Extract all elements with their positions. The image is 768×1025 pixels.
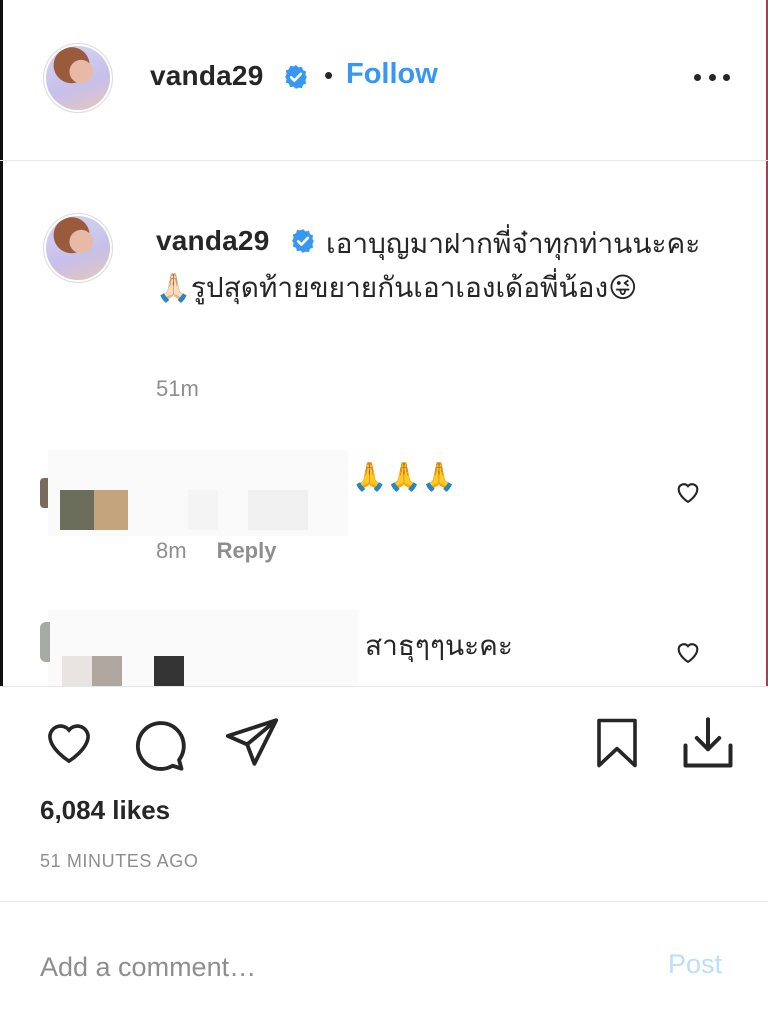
comment-meta: 8m Reply — [156, 538, 276, 564]
commenter-avatar[interactable] — [40, 622, 50, 662]
redacted-commenter — [48, 610, 358, 690]
share-icon[interactable] — [222, 713, 282, 771]
heart-icon[interactable] — [673, 478, 703, 506]
comment-time: 8m — [156, 538, 187, 563]
post-actions: 6,084 likes 51 MINUTES AGO Post — [0, 686, 768, 1025]
comment-text: สาธุๆๆนะคะ — [365, 630, 513, 661]
like-heart-icon[interactable] — [40, 715, 98, 769]
download-icon[interactable] — [678, 713, 738, 773]
verified-badge-icon — [292, 229, 314, 253]
comment-icon[interactable] — [130, 715, 188, 773]
comment-text: 🙏🙏🙏 — [352, 461, 457, 492]
more-options-icon[interactable] — [690, 62, 734, 92]
header-username[interactable]: vanda29 — [150, 60, 263, 92]
commenter-avatar[interactable] — [40, 478, 48, 508]
reply-button[interactable]: Reply — [217, 538, 277, 563]
heart-icon[interactable] — [673, 638, 703, 666]
profile-avatar[interactable] — [46, 46, 110, 110]
post-time-ago: 51 MINUTES AGO — [40, 851, 199, 871]
verified-badge-icon — [285, 65, 307, 89]
caption-username[interactable]: vanda29 — [156, 225, 269, 257]
likes-count[interactable]: 6,084 likes — [40, 795, 170, 826]
follow-button[interactable]: Follow — [346, 58, 438, 91]
post-header: vanda29 • Follow — [0, 0, 768, 161]
add-comment-input[interactable] — [40, 945, 640, 989]
bookmark-icon[interactable] — [590, 713, 644, 773]
caption-timestamp: 51m — [156, 376, 199, 401]
header-separator: • — [324, 60, 334, 90]
caption-avatar[interactable] — [46, 216, 110, 280]
divider — [0, 901, 768, 902]
redacted-commenter — [48, 450, 348, 536]
post-comment-button[interactable]: Post — [668, 949, 722, 980]
